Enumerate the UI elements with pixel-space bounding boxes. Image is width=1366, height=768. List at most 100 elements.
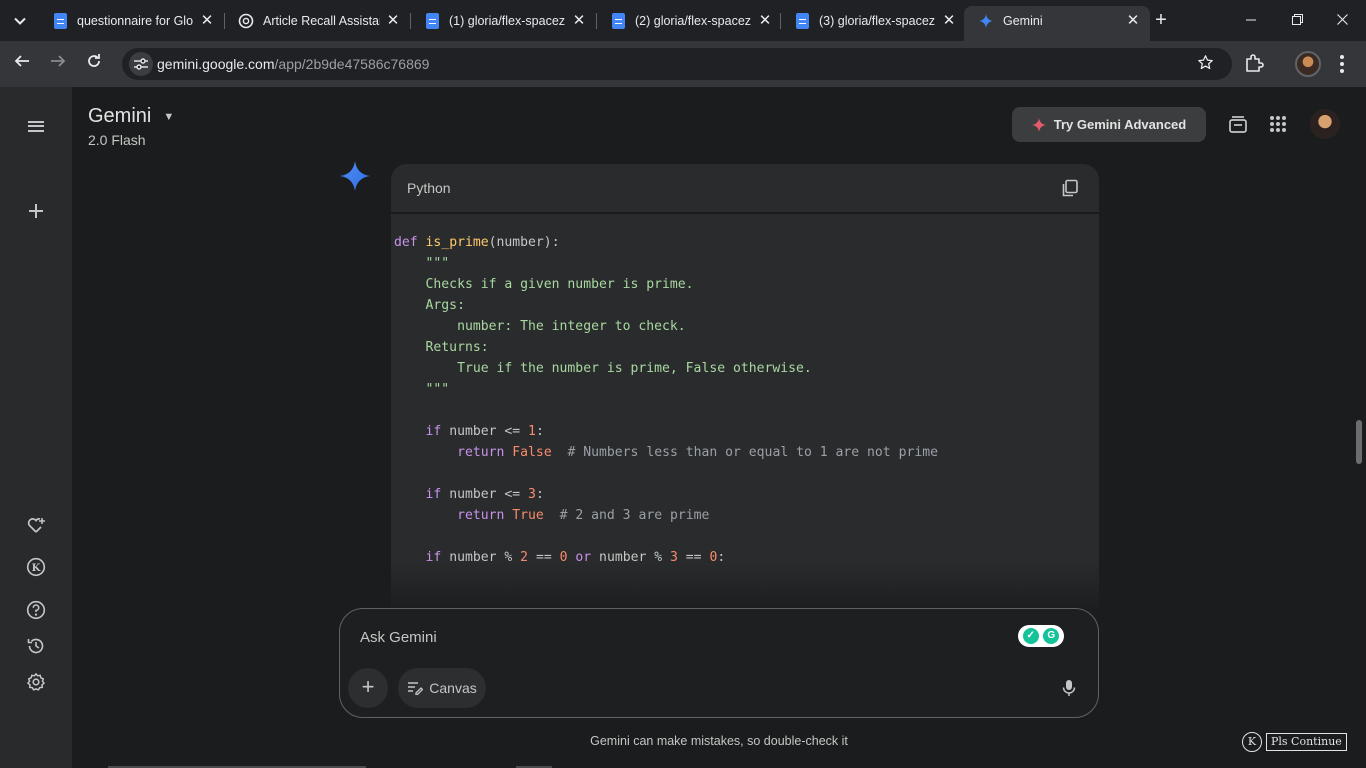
browser-tab-flex-spacez-1[interactable]: (1) gloria/flex-spacez ✕: [410, 6, 596, 35]
arrow-right-icon: [51, 55, 66, 67]
tab-title: (3) gloria/flex-spacez: [819, 13, 936, 28]
account-avatar[interactable]: [1310, 109, 1340, 139]
google-docs-icon: [610, 12, 626, 29]
code-line: True if the number is prime, False other…: [394, 361, 812, 376]
close-tab-icon[interactable]: ✕: [200, 13, 214, 28]
new-tab-button[interactable]: +: [1150, 9, 1172, 31]
code-line: def is_prime(number):: [394, 235, 560, 250]
tab-title: Gemini: [1003, 13, 1043, 28]
sparkle-icon: [1031, 117, 1046, 132]
code-line: return True # 2 and 3 are prime: [457, 508, 710, 523]
close-tab-icon[interactable]: ✕: [758, 13, 772, 28]
site-settings-icon[interactable]: [129, 52, 153, 76]
code-block: Python def is_prime(number): """ Checks …: [391, 164, 1099, 609]
browser-tab-bar: questionnaire for Glo ✕ Article Recall A…: [0, 0, 1366, 41]
google-docs-icon: [424, 12, 440, 29]
chat-list-icon[interactable]: [1227, 113, 1249, 135]
url-path: /app/2b9de47586c76869: [274, 56, 430, 72]
caret-down-icon: ▼: [163, 110, 175, 123]
minimize-icon[interactable]: [1241, 10, 1261, 30]
google-docs-icon: [52, 12, 68, 29]
close-tab-icon[interactable]: ✕: [572, 13, 586, 28]
arrow-left-icon: [14, 55, 29, 67]
new-chat-icon[interactable]: [24, 199, 48, 223]
restore-icon[interactable]: [1287, 10, 1307, 30]
prompt-box[interactable]: Ask Gemini ✓ G + Canvas: [339, 608, 1099, 718]
chevron-down-icon: [14, 17, 26, 25]
code-line: return False # Numbers less than or equa…: [457, 445, 938, 460]
reload-icon: [88, 54, 100, 67]
pls-continue-widget[interactable]: K Pls Continue: [1242, 731, 1347, 753]
grammarly-widget[interactable]: ✓ G: [1018, 625, 1064, 647]
activity-history-icon[interactable]: [24, 634, 48, 658]
grammarly-bulb-icon: ✓: [1022, 628, 1039, 644]
tab-search-button[interactable]: [6, 7, 34, 35]
close-tab-icon[interactable]: ✕: [386, 13, 400, 28]
browser-tab-article-recall[interactable]: Article Recall Assistan ✕: [224, 6, 410, 35]
k-extension-icon[interactable]: K: [24, 555, 48, 579]
browser-profile-avatar[interactable]: [1295, 51, 1321, 77]
canvas-button[interactable]: Canvas: [398, 668, 486, 708]
google-docs-icon: [794, 12, 810, 29]
browser-toolbar: gemini.google.com/app/2b9de47586c76869: [0, 41, 1366, 87]
browser-tab-gemini[interactable]: Gemini ✕: [964, 6, 1150, 41]
model-name: 2.0 Flash: [88, 132, 146, 148]
back-button[interactable]: [9, 51, 35, 77]
tab-title: questionnaire for Glo: [77, 13, 194, 28]
canvas-label: Canvas: [429, 680, 477, 696]
try-advanced-label: Try Gemini Advanced: [1053, 117, 1187, 132]
code-line: """: [394, 382, 450, 397]
close-window-icon[interactable]: [1332, 10, 1352, 30]
try-advanced-button[interactable]: Try Gemini Advanced: [1012, 107, 1206, 142]
prompt-input[interactable]: Ask Gemini: [360, 629, 437, 646]
code-line: """: [394, 256, 450, 271]
tab-title: Article Recall Assistan: [263, 13, 380, 28]
grammarly-g-icon: G: [1043, 628, 1060, 644]
forward-button[interactable]: [45, 51, 71, 77]
url-domain: gemini.google.com: [157, 56, 275, 72]
tab-title: (1) gloria/flex-spacez: [449, 13, 566, 28]
browser-menu-icon[interactable]: [1337, 53, 1347, 75]
model-switcher[interactable]: Gemini ▼: [88, 105, 174, 128]
k-extension-icon: K: [1242, 732, 1262, 752]
pls-continue-button[interactable]: Pls Continue: [1266, 733, 1347, 751]
code-line: Returns:: [394, 340, 489, 355]
code-line: Checks if a given number is prime.: [394, 277, 694, 292]
tab-title: (2) gloria/flex-spacez: [635, 13, 752, 28]
code-line: Args:: [394, 298, 465, 313]
disclaimer-text: Gemini can make mistakes, so double-chec…: [590, 734, 848, 748]
code-line: if number <= 1:: [425, 424, 544, 439]
close-tab-icon[interactable]: ✕: [942, 13, 956, 28]
copy-code-icon[interactable]: [1061, 179, 1079, 197]
browser-tab-flex-spacez-3[interactable]: (3) gloria/flex-spacez ✕: [780, 6, 966, 35]
gemini-spark-icon: [340, 161, 370, 191]
browser-tab-questionnaire[interactable]: questionnaire for Glo ✕: [38, 6, 224, 35]
microphone-icon[interactable]: [1062, 679, 1078, 697]
google-apps-icon[interactable]: [1267, 113, 1289, 135]
bookmark-star-icon[interactable]: [1197, 54, 1214, 76]
address-bar[interactable]: gemini.google.com/app/2b9de47586c76869: [122, 48, 1232, 80]
gem-manager-icon[interactable]: [24, 513, 48, 537]
chatgpt-icon: [238, 13, 254, 29]
scrollbar-thumb[interactable]: [1356, 420, 1362, 464]
upload-plus-button[interactable]: +: [348, 668, 388, 708]
code-fade-overlay: [391, 559, 1099, 609]
brand-title: Gemini: [88, 105, 152, 127]
code-content: def is_prime(number): """ Checks if a gi…: [394, 232, 938, 568]
canvas-icon: [408, 682, 424, 695]
browser-tab-flex-spacez-2[interactable]: (2) gloria/flex-spacez ✕: [596, 6, 782, 35]
main-menu-icon[interactable]: [24, 114, 48, 138]
gemini-main: Gemini ▼ 2.0 Flash Try Gemini Advanced Py…: [72, 87, 1366, 768]
help-icon[interactable]: [24, 598, 48, 622]
code-line: if number <= 3:: [425, 487, 544, 502]
settings-gear-icon[interactable]: [24, 670, 48, 694]
reload-button[interactable]: [81, 51, 107, 77]
extensions-puzzle-icon[interactable]: [1244, 53, 1266, 75]
gemini-icon: [978, 13, 994, 29]
close-tab-icon[interactable]: ✕: [1126, 13, 1140, 28]
url-text: gemini.google.com/app/2b9de47586c76869: [157, 56, 429, 72]
code-language: Python: [407, 180, 451, 196]
